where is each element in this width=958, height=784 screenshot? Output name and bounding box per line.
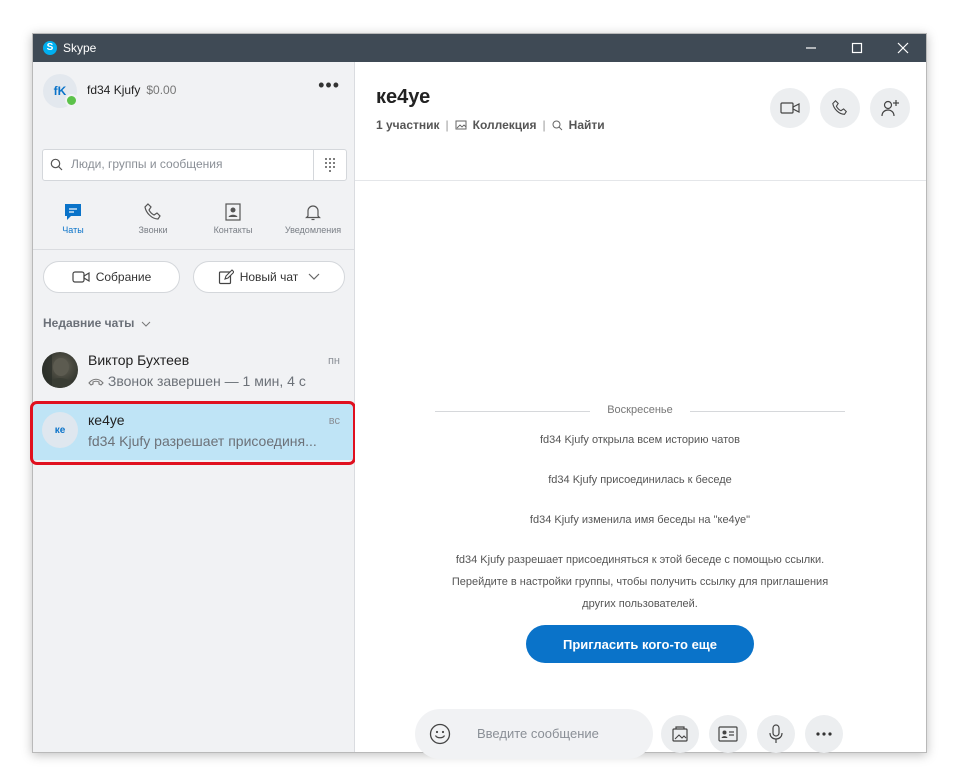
invite-info-line: других пользователей. <box>582 598 698 610</box>
chat-preview: Звонок завершен — 1 мин, 4 с <box>88 373 306 389</box>
nav-notifications-label: Уведомления <box>284 225 342 235</box>
close-button[interactable] <box>880 34 926 62</box>
invite-info-line: Перейдите в настройки группы, чтобы полу… <box>451 576 829 588</box>
media-icon <box>672 726 688 742</box>
system-message: fd34 Kjufy присоединилась к беседе <box>548 474 732 486</box>
add-person-icon <box>881 100 899 117</box>
new-chat-label: Новый чат <box>239 270 299 284</box>
chat-icon <box>65 204 81 220</box>
skype-window: S Skype fK fd34 Kjufy $0.00 ••• Люди, гр… <box>30 33 927 759</box>
profile-initials: fK <box>53 84 67 98</box>
find-link[interactable]: Найти <box>569 118 605 132</box>
contact-card-button[interactable] <box>709 715 747 753</box>
contacts-icon <box>225 203 241 221</box>
skype-logo-icon: S <box>43 41 57 55</box>
nav-contacts[interactable]: Контакты <box>193 197 273 249</box>
new-chat-button[interactable]: Новый чат <box>193 261 345 293</box>
separator: | <box>542 118 546 132</box>
window-title: Skype <box>63 41 97 55</box>
minimize-button[interactable] <box>788 34 834 62</box>
phone-icon <box>144 203 161 220</box>
contact-card-icon <box>718 726 738 742</box>
more-icon <box>816 732 832 736</box>
nav-contacts-label: Контакты <box>213 225 253 235</box>
message-composer[interactable] <box>415 709 653 759</box>
nav-chats[interactable]: Чаты <box>33 197 113 249</box>
conversation-meta: 1 участник | Коллекция | Найти <box>376 118 605 132</box>
day-separator: Воскресенье <box>435 404 845 418</box>
meeting-label: Собрание <box>95 270 152 284</box>
conversation-title[interactable]: ке4уе <box>376 86 430 109</box>
chat-preview-text: Звонок завершен — 1 мин, 4 с <box>107 373 306 389</box>
online-status-icon <box>65 94 78 107</box>
profile-balance: $0.00 <box>146 83 177 97</box>
nav-chats-label: Чаты <box>62 225 84 235</box>
search-icon <box>552 120 563 130</box>
profile-avatar[interactable]: fK <box>43 74 78 108</box>
more-compose-options-button[interactable] <box>805 715 843 753</box>
gallery-icon <box>455 120 467 130</box>
video-camera-icon <box>780 102 800 114</box>
message-input[interactable] <box>475 725 639 742</box>
video-meeting-icon <box>72 271 90 283</box>
more-options-icon[interactable]: ••• <box>318 76 340 94</box>
highlight-frame <box>30 401 356 465</box>
voice-message-button[interactable] <box>757 715 795 753</box>
dialpad-icon <box>325 158 335 172</box>
system-message: fd34 Kjufy открыла всем историю чатов <box>539 434 740 446</box>
search-box[interactable] <box>42 149 347 181</box>
chevron-down-icon <box>141 321 151 327</box>
maximize-button[interactable] <box>834 34 880 62</box>
add-participant-button[interactable] <box>870 88 910 128</box>
participants-link[interactable]: 1 участник <box>376 118 440 132</box>
profile-name-row[interactable]: fd34 Kjufy $0.00 <box>87 83 176 97</box>
system-message: fd34 Kjufy изменила имя беседы на "ке4уе… <box>529 514 751 526</box>
dialpad-button[interactable] <box>313 150 346 180</box>
title-bar: S Skype <box>33 34 926 62</box>
divider-line <box>690 411 845 412</box>
separator: | <box>445 118 449 132</box>
emoji-icon[interactable] <box>429 723 451 745</box>
search-icon <box>50 158 63 171</box>
day-label: Воскресенье <box>607 404 673 416</box>
video-call-button[interactable] <box>770 88 810 128</box>
contact-avatar <box>42 352 78 388</box>
invite-someone-button[interactable]: Пригласить кого-то еще <box>526 625 754 663</box>
meeting-button[interactable]: Собрание <box>43 261 180 293</box>
main-nav: Чаты Звонки Контакты Уведомления <box>33 197 354 250</box>
recent-chats-label: Недавние чаты <box>43 316 135 330</box>
chat-list-item[interactable]: Виктор Бухтеев Звонок завершен — 1 мин, … <box>33 344 354 400</box>
profile-name: fd34 Kjufy <box>87 83 141 97</box>
call-ended-icon <box>88 379 104 386</box>
chat-name: Виктор Бухтеев <box>88 352 190 368</box>
recent-chats-header[interactable]: Недавние чаты <box>43 316 151 330</box>
media-button[interactable] <box>661 715 699 753</box>
invite-info-line: fd34 Kjufy разрешает присоединяться к эт… <box>455 554 825 566</box>
invite-info-message: fd34 Kjufy разрешает присоединяться к эт… <box>405 549 875 615</box>
phone-icon <box>832 100 847 115</box>
bell-icon <box>305 205 321 221</box>
conversation-panel: ке4уе 1 участник | Коллекция | Найти Вос… <box>355 62 926 759</box>
header-divider <box>355 180 926 181</box>
nav-calls[interactable]: Звонки <box>113 197 193 249</box>
sidebar: fK fd34 Kjufy $0.00 ••• Люди, группы и с… <box>30 62 356 752</box>
chevron-down-icon[interactable] <box>308 273 320 281</box>
search-input[interactable] <box>69 156 313 172</box>
nav-calls-label: Звонки <box>138 225 168 235</box>
chat-list-item-selected[interactable]: ке ке4уе fd34 Kjufy разрешает присоединя… <box>30 401 356 465</box>
nav-notifications[interactable]: Уведомления <box>273 197 353 249</box>
maximize-icon <box>851 42 863 54</box>
compose-icon <box>218 269 234 285</box>
chat-time: пн <box>327 355 340 367</box>
collection-link[interactable]: Коллекция <box>473 118 537 132</box>
audio-call-button[interactable] <box>820 88 860 128</box>
microphone-icon <box>769 724 783 743</box>
